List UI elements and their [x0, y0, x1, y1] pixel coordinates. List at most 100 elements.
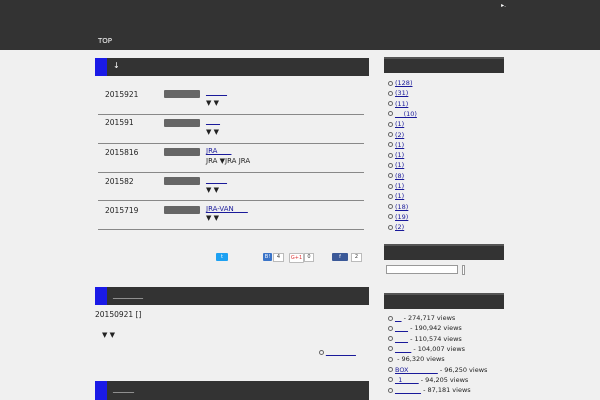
hatena-bookmark-button[interactable]: B!	[263, 253, 272, 261]
read-more-link[interactable]: __________	[326, 349, 356, 356]
post-title-link[interactable]: JRA-VAN____	[206, 205, 248, 213]
popular-link[interactable]: ________	[395, 386, 421, 394]
circle-bullet-icon	[388, 132, 393, 137]
category-item[interactable]: (1)	[388, 141, 404, 149]
search-input[interactable]	[386, 265, 458, 274]
category-link[interactable]: (1)	[395, 182, 404, 190]
popular-item[interactable]: BOX_________ - 96,250 views	[388, 366, 487, 374]
post-title-link[interactable]: ______	[206, 176, 227, 184]
category-link[interactable]: (1)	[395, 120, 404, 128]
post-thumbnail[interactable]	[164, 119, 200, 127]
post-date: 2015719	[105, 206, 139, 215]
post-row-1[interactable]: 2015921 ______ ▼ ▼	[98, 82, 364, 115]
popular-views: - 274,717 views	[401, 314, 456, 322]
category-item[interactable]: (11)	[388, 100, 408, 108]
circle-bullet-icon	[388, 346, 393, 352]
circle-bullet-icon	[388, 90, 393, 96]
category-link[interactable]: (11)	[395, 100, 408, 108]
popular-views: - 96,250 views	[437, 365, 488, 374]
post-row-3[interactable]: 2015816 JRA____ JRA ▼JRA JRA	[98, 143, 364, 173]
nav-top-link[interactable]: TOP	[98, 37, 112, 45]
category-item[interactable]: (2)	[388, 223, 404, 231]
popular-link[interactable]: _1_____	[395, 376, 419, 384]
circle-bullet-icon	[388, 224, 393, 230]
category-link[interactable]: (18)	[395, 203, 408, 211]
hatena-count: 4	[273, 253, 284, 262]
post-date: 2015921	[105, 90, 139, 99]
popular-item[interactable]: ____ - 110,574 views	[388, 335, 462, 343]
post-thumbnail[interactable]	[164, 177, 200, 185]
post-thumbnail[interactable]	[164, 206, 200, 214]
category-item[interactable]: (1)	[388, 151, 404, 159]
category-link[interactable]: (19)	[395, 213, 408, 221]
section3-title: _______	[113, 386, 134, 393]
circle-bullet-icon	[388, 162, 393, 168]
category-item[interactable]: (18)	[388, 203, 408, 211]
category-link[interactable]: (1)	[395, 151, 404, 159]
post-thumbnail[interactable]	[164, 90, 200, 98]
category-link[interactable]: (31)	[395, 89, 408, 97]
circle-bullet-icon	[388, 193, 393, 199]
post-date: 201582	[105, 177, 134, 186]
category-link[interactable]: (1)	[395, 141, 404, 149]
circle-bullet-icon	[388, 336, 393, 342]
popular-item[interactable]: _1_____ - 94,205 views	[388, 376, 468, 384]
category-link[interactable]: (128)	[395, 79, 412, 87]
category-item[interactable]: (2)	[388, 131, 404, 139]
category-item[interactable]: (1)	[388, 120, 404, 128]
popular-link[interactable]: ____	[395, 324, 408, 332]
popular-link[interactable]: _____	[395, 345, 411, 353]
section2-title: __________	[113, 292, 143, 299]
twitter-share-button[interactable]: t	[216, 253, 228, 261]
category-link[interactable]: (1)	[395, 192, 404, 200]
popular-views: - 96,320 views	[395, 355, 445, 364]
post-title-link[interactable]: ____	[206, 117, 220, 125]
circle-bullet-icon	[388, 315, 393, 321]
post-row-4[interactable]: 201582 ______ ▼ ▼	[98, 172, 364, 201]
post-title-link[interactable]: JRA____	[206, 147, 231, 155]
popular-item[interactable]: ____ - 190,942 views	[388, 324, 462, 332]
circle-bullet-icon	[388, 101, 393, 107]
section-header-3: _______	[95, 381, 369, 400]
popular-views: - 110,574 views	[408, 334, 462, 343]
post-row-2[interactable]: 201591 ____ ▼ ▼	[98, 114, 364, 144]
category-link[interactable]: (1)	[395, 161, 404, 169]
popular-item[interactable]: __ - 274,717 views	[388, 314, 455, 322]
category-item[interactable]: (8)	[388, 172, 404, 180]
read-more[interactable]: __________	[319, 349, 356, 356]
popular-link[interactable]: ____	[395, 335, 408, 343]
post2-date: 20150921 []	[95, 310, 142, 319]
search-button[interactable]	[462, 265, 465, 275]
post-row-5[interactable]: 2015719 JRA-VAN____ ▼ ▼	[98, 200, 364, 230]
google-plus-button[interactable]: G+1	[289, 253, 304, 263]
section-header-2: __________	[95, 287, 369, 305]
popular-views: - 94,205 views	[418, 375, 469, 384]
category-item[interactable]: (1)	[388, 182, 404, 190]
category-item[interactable]: (128)	[388, 79, 412, 87]
google-plus-icon: G+1	[290, 255, 303, 261]
circle-bullet-icon	[388, 325, 393, 331]
category-item[interactable]: (1)	[388, 161, 404, 169]
category-item[interactable]: __ (10)	[388, 110, 417, 118]
circle-bullet-icon	[388, 80, 393, 86]
popular-item[interactable]: _____ - 104,007 views	[388, 345, 465, 353]
post2-excerpt: ▼ ▼	[102, 331, 115, 339]
post-thumbnail[interactable]	[164, 148, 200, 156]
circle-bullet-icon	[388, 204, 393, 210]
category-item[interactable]: (31)	[388, 89, 408, 97]
circle-bullet-icon	[388, 111, 393, 117]
category-link[interactable]: (8)	[395, 172, 404, 180]
category-link[interactable]: (2)	[395, 131, 404, 139]
post-title-link[interactable]: ______	[206, 88, 227, 96]
facebook-count: 2	[351, 253, 362, 262]
popular-item[interactable]: ________ - 87,181 views	[388, 386, 471, 394]
popular-item[interactable]: - 96,320 views	[388, 355, 445, 363]
popular-link[interactable]: BOX_________	[395, 366, 438, 374]
category-item[interactable]: (1)	[388, 192, 404, 200]
category-item[interactable]: (19)	[388, 213, 408, 221]
facebook-share-button[interactable]: f	[332, 253, 348, 261]
circle-bullet-icon	[388, 387, 393, 393]
popular-views: - 190,942 views	[408, 324, 462, 333]
category-link[interactable]: __ (10)	[395, 110, 417, 118]
category-link[interactable]: (2)	[395, 223, 404, 231]
